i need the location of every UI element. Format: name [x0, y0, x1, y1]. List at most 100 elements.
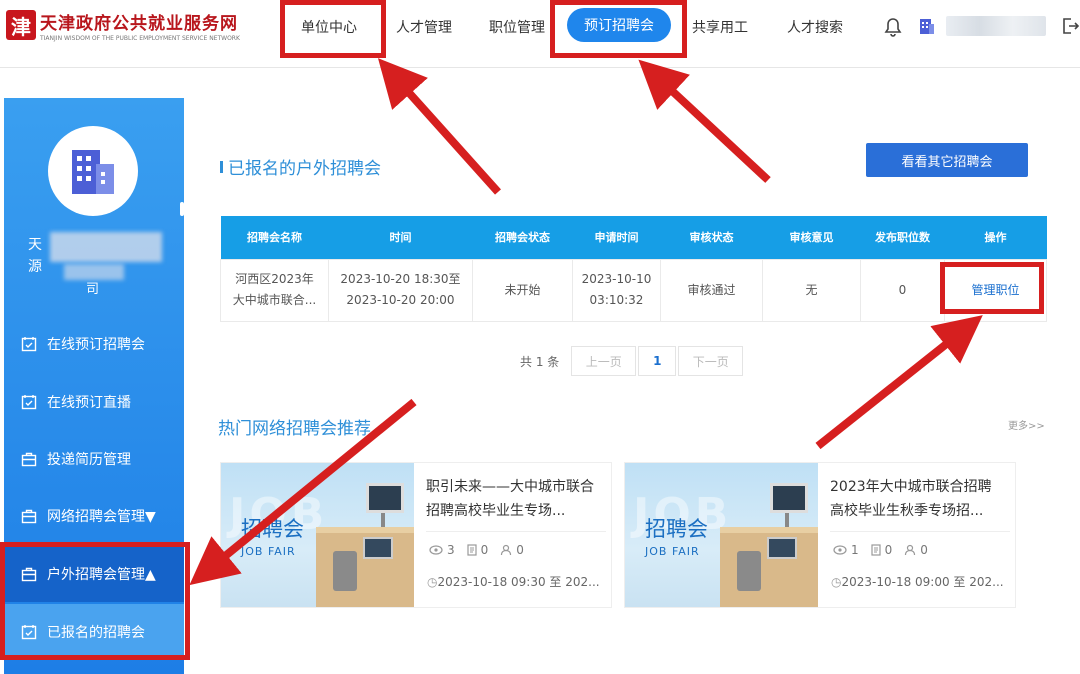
fair-card-title[interactable]: 职引未来——大中城市联合招聘高校毕业生专场...: [426, 475, 601, 525]
col-header-action: 操作: [944, 216, 1047, 259]
company-name-redacted: 天 源 司: [28, 232, 162, 297]
nav-shared-employment[interactable]: 共享用工: [692, 17, 748, 39]
fair-card-time-text: 2023-10-18 09:30 至 202...: [437, 575, 600, 589]
fair-card[interactable]: JOB 招聘会 JOB FAIR 2023年大中城市联合招聘高校毕业生秋季专场招…: [624, 462, 1016, 608]
top-header: 津 天津政府公共就业服务网 TIANJIN WISDOM OF THE PUBL…: [0, 0, 1080, 68]
site-title[interactable]: 天津政府公共就业服务网: [40, 9, 238, 34]
job-fair-image-text: 招聘会: [645, 517, 708, 541]
small-monitor-graphic: [767, 537, 797, 559]
cell-fair-name-line1: 河西区2023年: [235, 272, 314, 286]
docs-stat: 0: [871, 543, 893, 557]
building-icon[interactable]: [918, 16, 936, 40]
sidebar-toggle[interactable]: [180, 202, 184, 216]
person-icon: [905, 544, 916, 556]
fair-card-time: ◷2023-10-18 09:00 至 202...: [831, 573, 1004, 590]
col-header-positions: 发布职位数: [860, 216, 945, 259]
col-header-fair-status: 招聘会状态: [472, 216, 573, 259]
sidebar-item-book-live[interactable]: 在线预订直播: [4, 374, 184, 430]
job-fair-image-subtext: JOB FAIR: [241, 545, 296, 558]
sidebar-item-online-fair-management[interactable]: 网络招聘会管理▼: [4, 488, 184, 544]
company-avatar: [48, 126, 138, 216]
chair-graphic: [333, 551, 357, 591]
eye-icon: [833, 545, 847, 555]
site-subtitle: TIANJIN WISDOM OF THE PUBLIC EMPLOYMENT …: [40, 35, 240, 42]
clock-icon: ◷: [831, 575, 842, 589]
more-link[interactable]: 更多>>: [1008, 417, 1045, 432]
views-count: 1: [851, 543, 859, 557]
registered-fairs-table: 招聘会名称 时间 招聘会状态 申请时间 审核状态 审核意见 发布职位数 操作 河…: [220, 216, 1047, 322]
fair-card-time-text: 2023-10-18 09:00 至 202...: [841, 575, 1004, 589]
fair-card-title[interactable]: 2023年大中城市联合招聘高校毕业生秋季专场招...: [830, 475, 1005, 525]
views-stat: 1: [833, 543, 859, 557]
page-number-button[interactable]: 1: [638, 346, 677, 376]
job-fair-image[interactable]: JOB 招聘会 JOB FAIR: [221, 463, 414, 607]
fair-card[interactable]: JOB 招聘会 JOB FAIR 职引未来——大中城市联合招聘高校毕业生专场..…: [220, 462, 612, 608]
table-header-row: 招聘会名称 时间 招聘会状态 申请时间 审核状态 审核意见 发布职位数 操作: [220, 216, 1047, 259]
nav-position-management[interactable]: 职位管理: [489, 17, 545, 39]
company-name-line3: 司: [86, 282, 100, 297]
eye-icon: [429, 545, 443, 555]
sidebar-item-book-online-fair[interactable]: 在线预订招聘会: [4, 316, 184, 372]
cell-apply-line1: 2023-10-10: [581, 272, 652, 286]
arrow-to-company-center: [377, 58, 501, 195]
view-other-fairs-button[interactable]: 看看其它招聘会: [866, 143, 1028, 177]
card-divider: [426, 531, 606, 532]
cell-positions: 0: [860, 258, 945, 322]
sidebar-item-label: 在线预订直播: [47, 395, 131, 411]
annotation-box-book-job-fair: [550, 0, 687, 58]
docs-stat: 0: [467, 543, 489, 557]
annotation-box-company-center: [280, 0, 386, 58]
cell-fair-name-line2: 大中城市联合...: [232, 293, 317, 307]
user-name-redacted[interactable]: [946, 16, 1046, 36]
sidebar-item-label: 在线预订招聘会: [47, 337, 145, 353]
annotation-box-manage-positions: [940, 262, 1044, 314]
monitor-graphic: [366, 483, 404, 513]
briefcase-icon: [21, 509, 37, 524]
cell-fair-name[interactable]: 河西区2023年 大中城市联合...: [220, 258, 329, 322]
people-count: 0: [516, 543, 524, 557]
next-page-button[interactable]: 下一页: [678, 346, 744, 376]
cell-apply-time: 2023-10-10 03:10:32: [572, 258, 661, 322]
card-divider: [830, 531, 1010, 532]
sidebar-item-resume-management[interactable]: 投递简历管理: [4, 431, 184, 487]
arrow-to-book-job-fair: [638, 59, 771, 183]
calendar-check-icon: [21, 395, 37, 410]
prev-page-button[interactable]: 上一页: [571, 346, 637, 376]
pagination: 共 1 条 上一页 1 下一页: [520, 346, 744, 376]
document-icon: [871, 544, 881, 556]
nav-talent-search[interactable]: 人才搜索: [787, 17, 843, 39]
logo-icon[interactable]: 津: [6, 10, 36, 40]
cell-review-opinion: 无: [762, 258, 861, 322]
job-fair-image[interactable]: JOB 招聘会 JOB FAIR: [625, 463, 818, 607]
person-icon: [501, 544, 512, 556]
sidebar-item-label: 投递简历管理: [47, 452, 131, 468]
clock-icon: ◷: [427, 575, 438, 589]
cell-time: 2023-10-20 18:30至 2023-10-20 20:00: [328, 258, 473, 322]
section-title-text: 已报名的户外招聘会: [228, 159, 381, 179]
col-header-apply-time: 申请时间: [572, 216, 661, 259]
fair-card-stats: 1 0 0: [833, 543, 928, 557]
arrow-to-manage-positions: [815, 315, 983, 450]
col-header-time: 时间: [328, 216, 473, 259]
cell-time-line1: 2023-10-20 18:30至: [340, 272, 461, 286]
cell-fair-status: 未开始: [472, 258, 573, 322]
chair-graphic: [737, 551, 761, 591]
calendar-check-icon: [21, 337, 37, 352]
section-title-registered-outdoor: 已报名的户外招聘会: [220, 154, 381, 179]
people-stat: 0: [500, 543, 524, 557]
company-name-line1: 天: [28, 237, 42, 253]
nav-talent-management[interactable]: 人才管理: [396, 17, 452, 39]
people-count: 0: [920, 543, 928, 557]
views-count: 3: [447, 543, 455, 557]
fair-card-stats: 3 0 0: [429, 543, 524, 557]
docs-count: 0: [480, 543, 489, 557]
title-bar-marker: [220, 160, 223, 173]
annotation-box-outdoor-fair-menu: [0, 542, 190, 660]
sidebar-item-label: 网络招聘会管理▼: [47, 509, 156, 525]
bell-icon[interactable]: [884, 17, 902, 41]
job-fair-image-text: 招聘会: [241, 517, 304, 541]
docs-count: 0: [884, 543, 893, 557]
logout-icon[interactable]: [1061, 16, 1080, 40]
job-fair-image-subtext: JOB FAIR: [645, 545, 700, 558]
views-stat: 3: [429, 543, 455, 557]
